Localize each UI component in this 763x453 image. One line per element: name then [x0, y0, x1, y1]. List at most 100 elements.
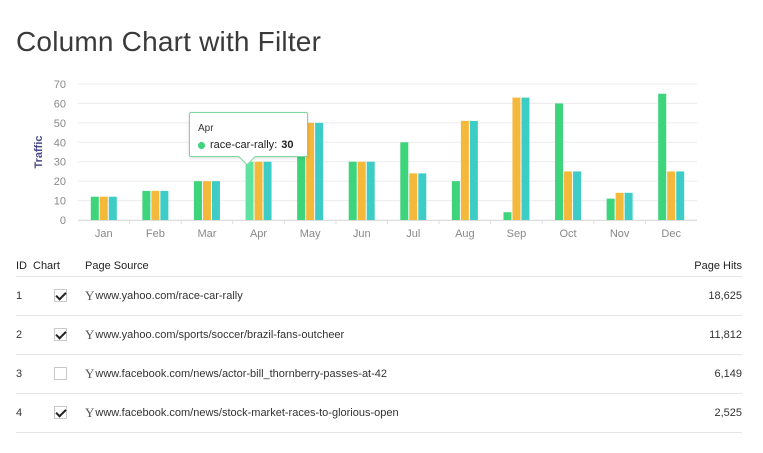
chart-checkbox[interactable] — [54, 328, 67, 341]
row-page-source: Ywww.facebook.com/news/stock-market-race… — [85, 393, 622, 433]
bar-apr-series-2[interactable] — [254, 161, 263, 220]
bar-sep-series-2[interactable] — [512, 97, 521, 220]
column-chart: 0 10 20 30 40 50 60 70 Jan Feb Mar Apr May Jun Jul Aug… — [33, 79, 697, 240]
x-tick-label: Jan — [95, 228, 113, 240]
bar-oct-series-1[interactable] — [555, 103, 564, 220]
yahoo-icon: Y — [85, 287, 95, 303]
bar-jun-series-2[interactable] — [357, 161, 366, 220]
page-source-url[interactable]: www.yahoo.com/race-car-rally — [95, 290, 242, 302]
page-source-url[interactable]: www.facebook.com/news/actor-bill_thornbe… — [95, 368, 387, 380]
x-tick-label: Sep — [507, 228, 527, 240]
row-id: 2 — [16, 315, 33, 355]
x-tick-label: Jul — [406, 228, 420, 240]
table-header-row: ID Chart Page Source Page Hits — [16, 256, 742, 277]
y-tick-label: 10 — [54, 196, 66, 208]
bar-jan-series-2[interactable] — [99, 196, 108, 220]
page-source-url[interactable]: www.facebook.com/news/stock-market-races… — [95, 407, 398, 419]
x-tick-label: Feb — [146, 228, 165, 240]
row-page-hits: 2,525 — [622, 393, 742, 433]
y-tick-label: 60 — [54, 98, 66, 110]
chart-checkbox[interactable] — [54, 289, 67, 302]
bar-jan-series-3[interactable] — [108, 196, 117, 220]
chart-checkbox[interactable] — [54, 406, 67, 419]
y-tick-label: 20 — [54, 176, 66, 188]
bar-nov-series-2[interactable] — [615, 192, 624, 220]
bar-dec-series-1[interactable] — [658, 93, 667, 220]
y-axis-title: Traffic — [33, 135, 45, 168]
bar-dec-series-3[interactable] — [676, 171, 685, 220]
y-tick-label: 0 — [60, 215, 66, 227]
table-row: 2 Ywww.yahoo.com/sports/soccer/brazil-fan… — [16, 315, 742, 355]
bar-feb-series-2[interactable] — [151, 190, 160, 220]
bar-dec-series-2[interactable] — [667, 171, 676, 220]
bar-apr-series-3[interactable] — [263, 161, 272, 220]
y-axis-ticks: 0 10 20 30 40 50 60 70 — [54, 79, 66, 227]
x-tick-label: Nov — [610, 228, 630, 240]
bar-jun-series-1[interactable] — [348, 161, 357, 220]
yahoo-icon: Y — [85, 365, 95, 381]
y-tick-label: 50 — [54, 118, 66, 130]
table-row: 3 Ywww.facebook.com/news/actor-bill_thorn… — [16, 354, 742, 394]
bar-mar-series-2[interactable] — [202, 181, 211, 220]
bar-nov-series-3[interactable] — [624, 192, 633, 220]
x-axis-ticks: Jan Feb Mar Apr May Jun Jul Aug Sep Oct Nov Dec — [78, 220, 697, 240]
bar-jul-series-1[interactable] — [400, 142, 409, 220]
bar-jan-series-1[interactable] — [90, 196, 99, 220]
header-page-hits[interactable]: Page Hits — [622, 256, 742, 277]
bar-apr-series-1[interactable] — [245, 161, 254, 220]
row-page-hits: 18,625 — [622, 276, 742, 316]
page-title: Column Chart with Filter — [16, 26, 322, 57]
x-tick-label: May — [300, 228, 321, 240]
row-page-source: Ywww.yahoo.com/race-car-rally — [85, 276, 622, 316]
bar-nov-series-1[interactable] — [606, 198, 615, 220]
row-page-hits: 11,812 — [622, 315, 742, 355]
bar-jul-series-2[interactable] — [409, 173, 418, 220]
page-hits-table: ID Chart Page Source Page Hits 1 Ywww.yah… — [16, 256, 742, 433]
table-body: 1 Ywww.yahoo.com/race-car-rally 18,625 2 Yww… — [16, 276, 742, 433]
bar-oct-series-3[interactable] — [573, 171, 582, 220]
bar-mar-series-3[interactable] — [211, 181, 220, 220]
page-source-url[interactable]: www.yahoo.com/sports/soccer/brazil-fans-… — [95, 329, 344, 341]
table-row: 1 Ywww.yahoo.com/race-car-rally 18,625 — [16, 276, 742, 316]
tooltip-value: 30 — [281, 139, 294, 151]
row-chart-toggle[interactable] — [33, 393, 85, 433]
bar-feb-series-1[interactable] — [142, 190, 151, 220]
bar-sep-series-3[interactable] — [521, 97, 530, 220]
row-id: 1 — [16, 276, 33, 316]
bar-oct-series-2[interactable] — [564, 171, 573, 220]
y-tick-label: 40 — [54, 137, 66, 149]
bar-mar-series-1[interactable] — [193, 181, 202, 220]
x-tick-label: Aug — [455, 228, 475, 240]
row-chart-toggle[interactable] — [33, 276, 85, 316]
bar-aug-series-1[interactable] — [451, 181, 460, 220]
bar-sep-series-1[interactable] — [503, 212, 512, 220]
y-tick-label: 70 — [54, 79, 66, 91]
row-id: 4 — [16, 393, 33, 433]
chart-checkbox[interactable] — [54, 367, 67, 380]
chart-gridlines — [78, 83, 697, 221]
x-tick-label: Oct — [559, 228, 576, 240]
row-page-hits: 6,149 — [622, 354, 742, 394]
row-chart-toggle[interactable] — [33, 354, 85, 394]
tooltip-category: Apr — [198, 123, 214, 134]
yahoo-icon: Y — [85, 404, 95, 420]
row-chart-toggle[interactable] — [33, 315, 85, 355]
x-tick-label: Dec — [661, 228, 681, 240]
header-page-source: Page Source — [85, 256, 622, 277]
bar-may-series-3[interactable] — [315, 122, 324, 220]
tooltip-series-name: race-car-rally — [210, 139, 275, 151]
row-page-source: Ywww.facebook.com/news/actor-bill_thornb… — [85, 354, 622, 394]
bar-jul-series-3[interactable] — [418, 173, 427, 220]
x-tick-label: Jun — [353, 228, 371, 240]
row-page-source: Ywww.yahoo.com/sports/soccer/brazil-fans… — [85, 315, 622, 355]
x-tick-label: Apr — [250, 228, 267, 240]
x-tick-label: Mar — [197, 228, 216, 240]
y-tick-label: 30 — [54, 157, 66, 169]
chart-tooltip: Apr race-car-rally: 30 — [189, 112, 308, 166]
yahoo-icon: Y — [85, 326, 95, 342]
bar-aug-series-3[interactable] — [469, 120, 478, 220]
bar-aug-series-2[interactable] — [460, 120, 469, 220]
header-id: ID — [16, 256, 33, 277]
bar-jun-series-3[interactable] — [366, 161, 375, 220]
bar-feb-series-3[interactable] — [160, 190, 169, 220]
